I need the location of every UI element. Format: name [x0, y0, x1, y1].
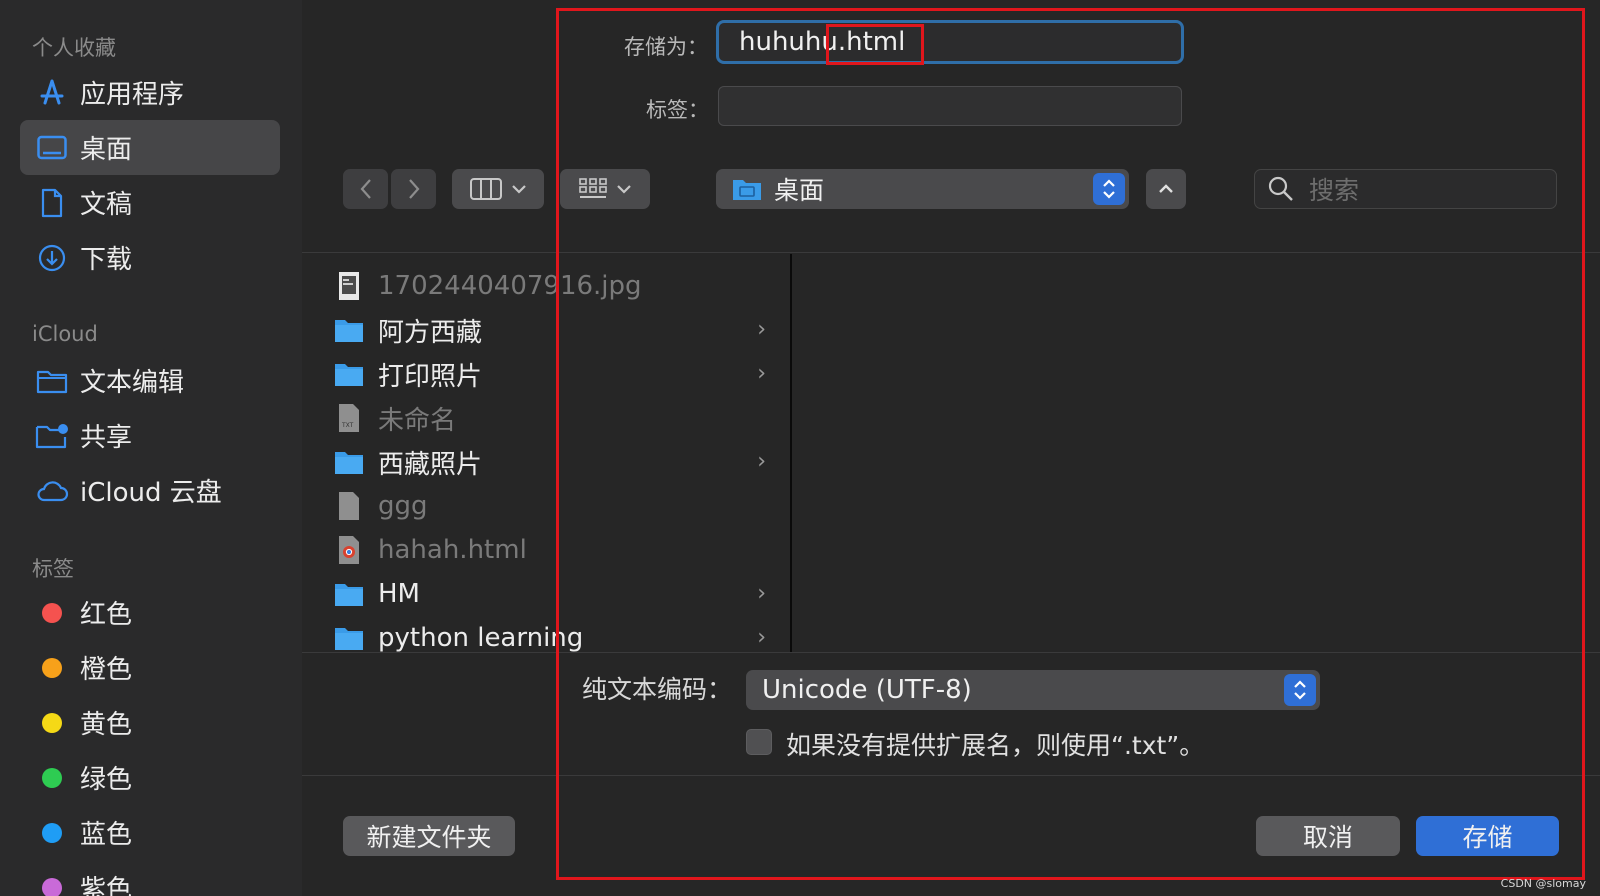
blank-file-icon — [334, 491, 364, 521]
sidebar-item-label: 蓝色 — [80, 820, 133, 850]
tag-dot-icon — [42, 712, 62, 733]
sidebar-item-textedit[interactable]: 文本编辑 — [20, 353, 280, 408]
forward-button[interactable] — [391, 169, 436, 209]
cloud-icon — [34, 479, 70, 503]
sidebar-item-icloud-drive[interactable]: iCloud 云盘 — [20, 463, 280, 518]
sidebar-tag-green[interactable]: 绿色 — [20, 750, 280, 805]
sidebar-section-favorites: 个人收藏 — [32, 36, 116, 60]
new-folder-button[interactable]: 新建文件夹 — [343, 816, 515, 856]
sidebar-item-label: 下载 — [80, 245, 133, 275]
chrome-html-file-icon — [334, 535, 364, 565]
sidebar-section-tags: 标签 — [32, 557, 74, 581]
sidebar-item-documents[interactable]: 文稿 — [20, 175, 280, 230]
file-name: ggg — [378, 491, 428, 521]
chevron-down-icon — [512, 185, 526, 194]
sidebar-tag-orange[interactable]: 橙色 — [20, 640, 280, 695]
document-icon — [34, 188, 70, 218]
tag-dot-icon — [42, 657, 62, 678]
sidebar-item-label: 黄色 — [80, 710, 133, 740]
sidebar-item-label: 桌面 — [80, 135, 133, 165]
view-columns-button[interactable] — [452, 169, 544, 209]
sidebar-item-label: 应用程序 — [80, 80, 185, 110]
sidebar-item-label: iCloud 云盘 — [80, 478, 222, 508]
sidebar-item-downloads[interactable]: 下载 — [20, 230, 280, 285]
file-name: HM — [378, 579, 420, 609]
sidebar-item-desktop[interactable]: 桌面 — [20, 120, 280, 175]
folder-icon — [34, 368, 70, 394]
back-button[interactable] — [343, 169, 388, 209]
folder-icon — [334, 359, 364, 389]
sidebar-item-shared[interactable]: 共享 — [20, 408, 280, 463]
txt-file-icon: TXT — [334, 403, 364, 433]
sidebar-tag-red[interactable]: 红色 — [20, 585, 280, 640]
folder-icon — [334, 447, 364, 477]
download-icon — [34, 243, 70, 273]
chevron-right-icon — [408, 179, 419, 199]
sidebar-item-label: 紫色 — [80, 875, 133, 896]
columns-view-icon — [470, 178, 502, 200]
tag-dot-icon — [42, 767, 62, 788]
shared-folder-icon — [34, 423, 70, 449]
sidebar-tag-purple[interactable]: 紫色 — [20, 860, 280, 896]
tag-dot-icon — [42, 877, 62, 896]
watermark: CSDN @slomay — [1500, 877, 1586, 890]
file-name: 西藏照片 — [378, 449, 483, 480]
sidebar: 个人收藏 应用程序 桌面 文稿 下载 iCloud 文本编辑 共享 iCloud… — [0, 0, 302, 896]
sidebar-item-label: 文稿 — [80, 190, 133, 220]
sidebar-item-label: 红色 — [80, 600, 133, 630]
folder-icon — [334, 315, 364, 345]
folder-icon — [334, 579, 364, 609]
sidebar-item-label: 共享 — [80, 423, 133, 453]
chevron-left-icon — [360, 179, 371, 199]
sidebar-item-label: 文本编辑 — [80, 368, 185, 398]
tag-dot-icon — [42, 602, 62, 623]
image-file-icon — [334, 271, 364, 301]
highlight-box-extension — [826, 24, 924, 65]
file-name: python learning — [378, 623, 584, 653]
sidebar-item-label: 绿色 — [80, 765, 133, 795]
app-store-icon — [34, 78, 70, 108]
file-name: hahah.html — [378, 535, 527, 565]
highlight-box — [556, 8, 1585, 880]
folder-icon — [334, 623, 364, 653]
sidebar-tag-yellow[interactable]: 黄色 — [20, 695, 280, 750]
sidebar-section-icloud: iCloud — [32, 322, 98, 346]
file-name: 阿方西藏 — [378, 317, 483, 348]
desktop-icon — [34, 135, 70, 161]
tag-dot-icon — [42, 822, 62, 843]
file-name: 打印照片 — [378, 361, 483, 392]
sidebar-tag-blue[interactable]: 蓝色 — [20, 805, 280, 860]
sidebar-item-label: 橙色 — [80, 655, 133, 685]
file-name: 未命名 — [378, 405, 457, 436]
svg-text:TXT: TXT — [341, 422, 354, 429]
sidebar-item-applications[interactable]: 应用程序 — [20, 65, 280, 120]
